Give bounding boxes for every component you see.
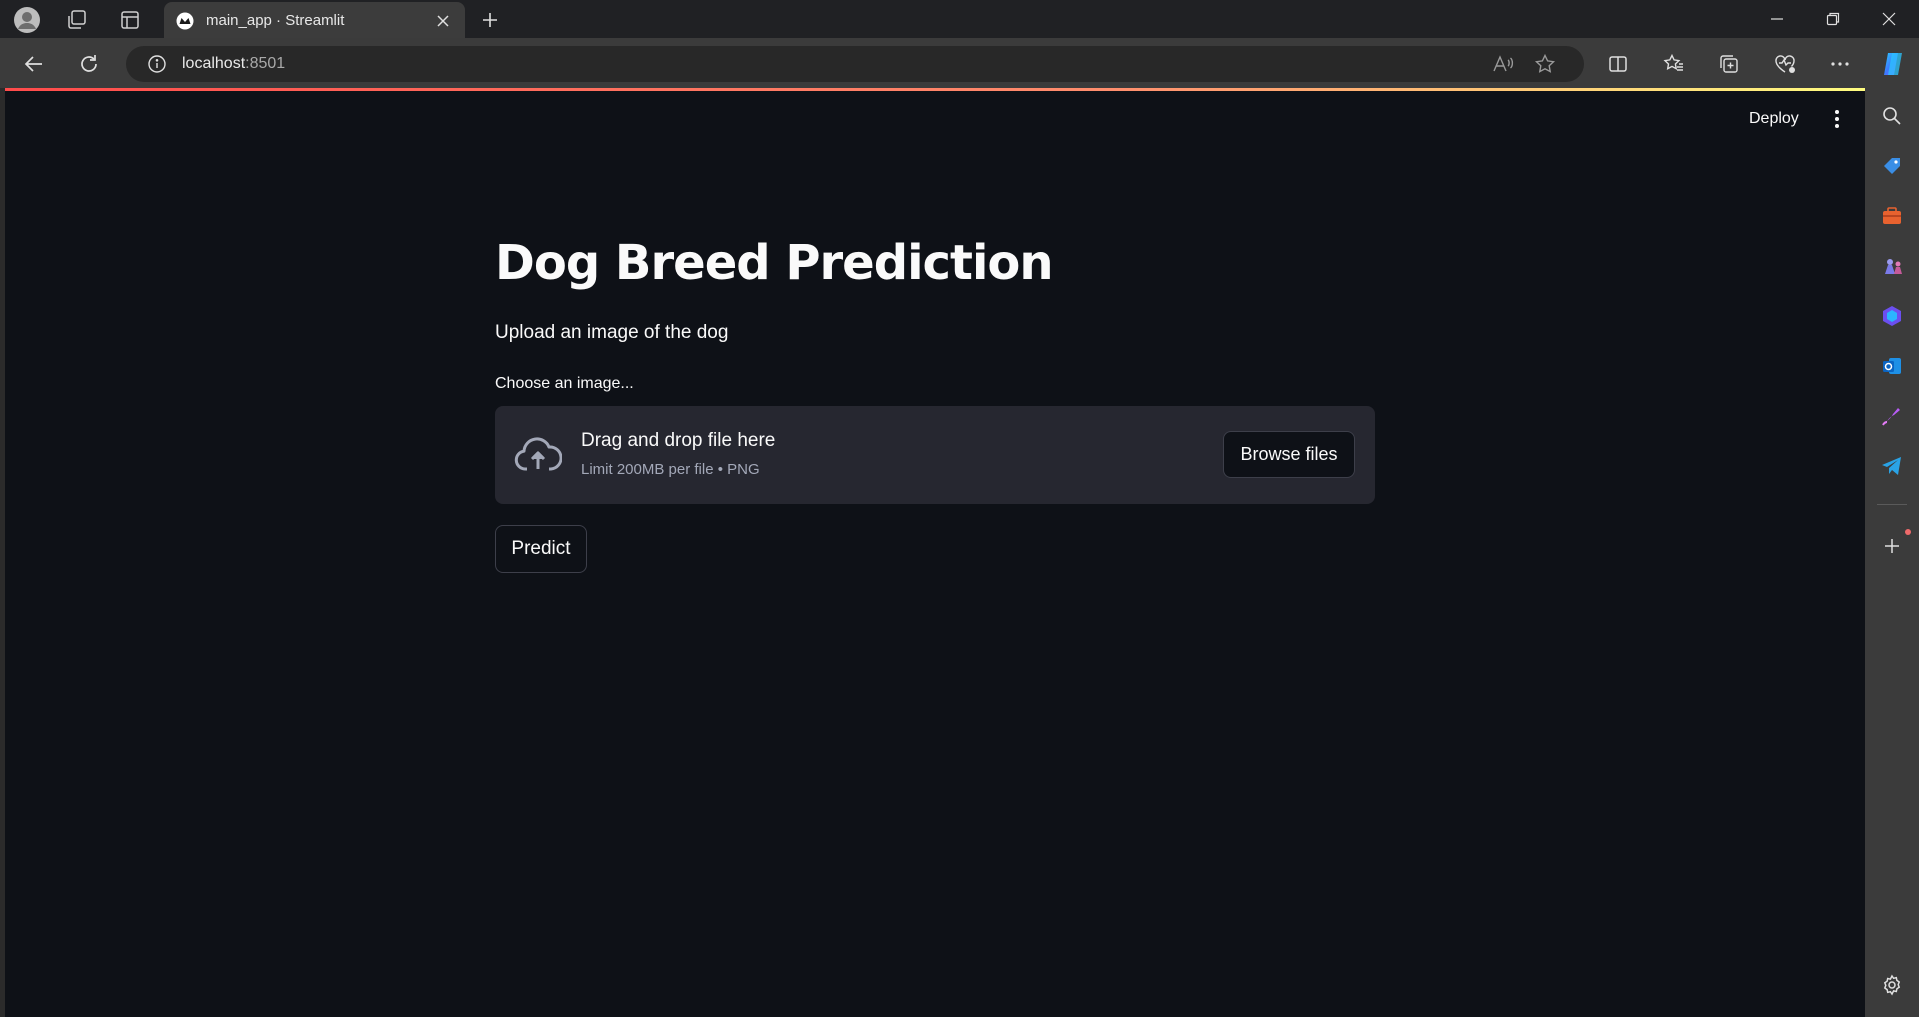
minimize-icon[interactable] xyxy=(1749,0,1805,38)
url-text[interactable]: localhost:8501 xyxy=(182,55,285,73)
url-port: :8501 xyxy=(245,55,286,72)
notification-dot xyxy=(1905,529,1911,535)
games-icon[interactable] xyxy=(1877,251,1907,281)
tab-title: main_app · Streamlit xyxy=(206,12,345,29)
tools-icon[interactable] xyxy=(1877,201,1907,231)
page-subtitle: Upload an image of the dog xyxy=(495,322,729,343)
uploader-label: Choose an image... xyxy=(495,375,634,392)
dropzone-limit: Limit 200MB per file • PNG xyxy=(581,461,760,478)
more-icon[interactable] xyxy=(1824,48,1856,80)
status-decoration-bar xyxy=(5,88,1865,91)
restore-icon[interactable] xyxy=(1805,0,1861,38)
read-aloud-icon[interactable] xyxy=(1488,50,1518,78)
settings-icon[interactable] xyxy=(1877,970,1907,1000)
profile-icon[interactable] xyxy=(12,5,42,35)
streamlit-favicon-icon xyxy=(176,12,194,30)
outlook-icon[interactable] xyxy=(1877,351,1907,381)
browser-tab-bar: main_app · Streamlit xyxy=(0,0,1919,39)
favorite-star-icon[interactable] xyxy=(1530,50,1560,78)
cloud-upload-icon xyxy=(513,434,563,476)
refresh-icon[interactable] xyxy=(73,48,105,80)
file-dropzone[interactable]: Drag and drop file here Limit 200MB per … xyxy=(495,406,1375,504)
url-host: localhost xyxy=(182,55,246,72)
add-icon[interactable] xyxy=(1877,531,1907,561)
deploy-button[interactable]: Deploy xyxy=(1743,106,1805,132)
telegram-icon[interactable] xyxy=(1877,451,1907,481)
workspaces-icon[interactable] xyxy=(62,5,92,35)
copilot-icon[interactable] xyxy=(1877,48,1909,80)
main-menu-icon[interactable] xyxy=(1827,106,1847,132)
active-tab[interactable]: main_app · Streamlit xyxy=(164,2,465,39)
info-icon[interactable] xyxy=(144,51,170,77)
streamlit-page: Deploy Dog Breed Prediction Upload an im… xyxy=(5,88,1865,1017)
new-tab-icon[interactable] xyxy=(476,6,504,34)
dropzone-instructions: Drag and drop file here xyxy=(581,430,776,451)
search-icon[interactable] xyxy=(1877,101,1907,131)
browse-files-button[interactable]: Browse files xyxy=(1223,431,1355,478)
address-bar[interactable]: localhost:8501 xyxy=(126,46,1584,82)
predict-button[interactable]: Predict xyxy=(495,525,587,573)
page-title: Dog Breed Prediction xyxy=(495,235,1054,291)
edge-sidebar xyxy=(1865,88,1919,1017)
close-icon[interactable] xyxy=(433,11,453,31)
tab-actions-icon[interactable] xyxy=(115,5,145,35)
favorites-icon[interactable] xyxy=(1658,48,1690,80)
browser-toolbar: localhost:8501 xyxy=(0,38,1919,88)
close-window-icon[interactable] xyxy=(1861,0,1917,38)
designer-icon[interactable] xyxy=(1877,401,1907,431)
split-screen-icon[interactable] xyxy=(1602,48,1634,80)
back-icon[interactable] xyxy=(18,48,50,80)
sidebar-divider xyxy=(1877,504,1907,505)
browser-essentials-icon[interactable] xyxy=(1769,48,1801,80)
collections-icon[interactable] xyxy=(1713,48,1745,80)
copilot-sidebar-icon[interactable] xyxy=(1877,301,1907,331)
shopping-icon[interactable] xyxy=(1877,151,1907,181)
